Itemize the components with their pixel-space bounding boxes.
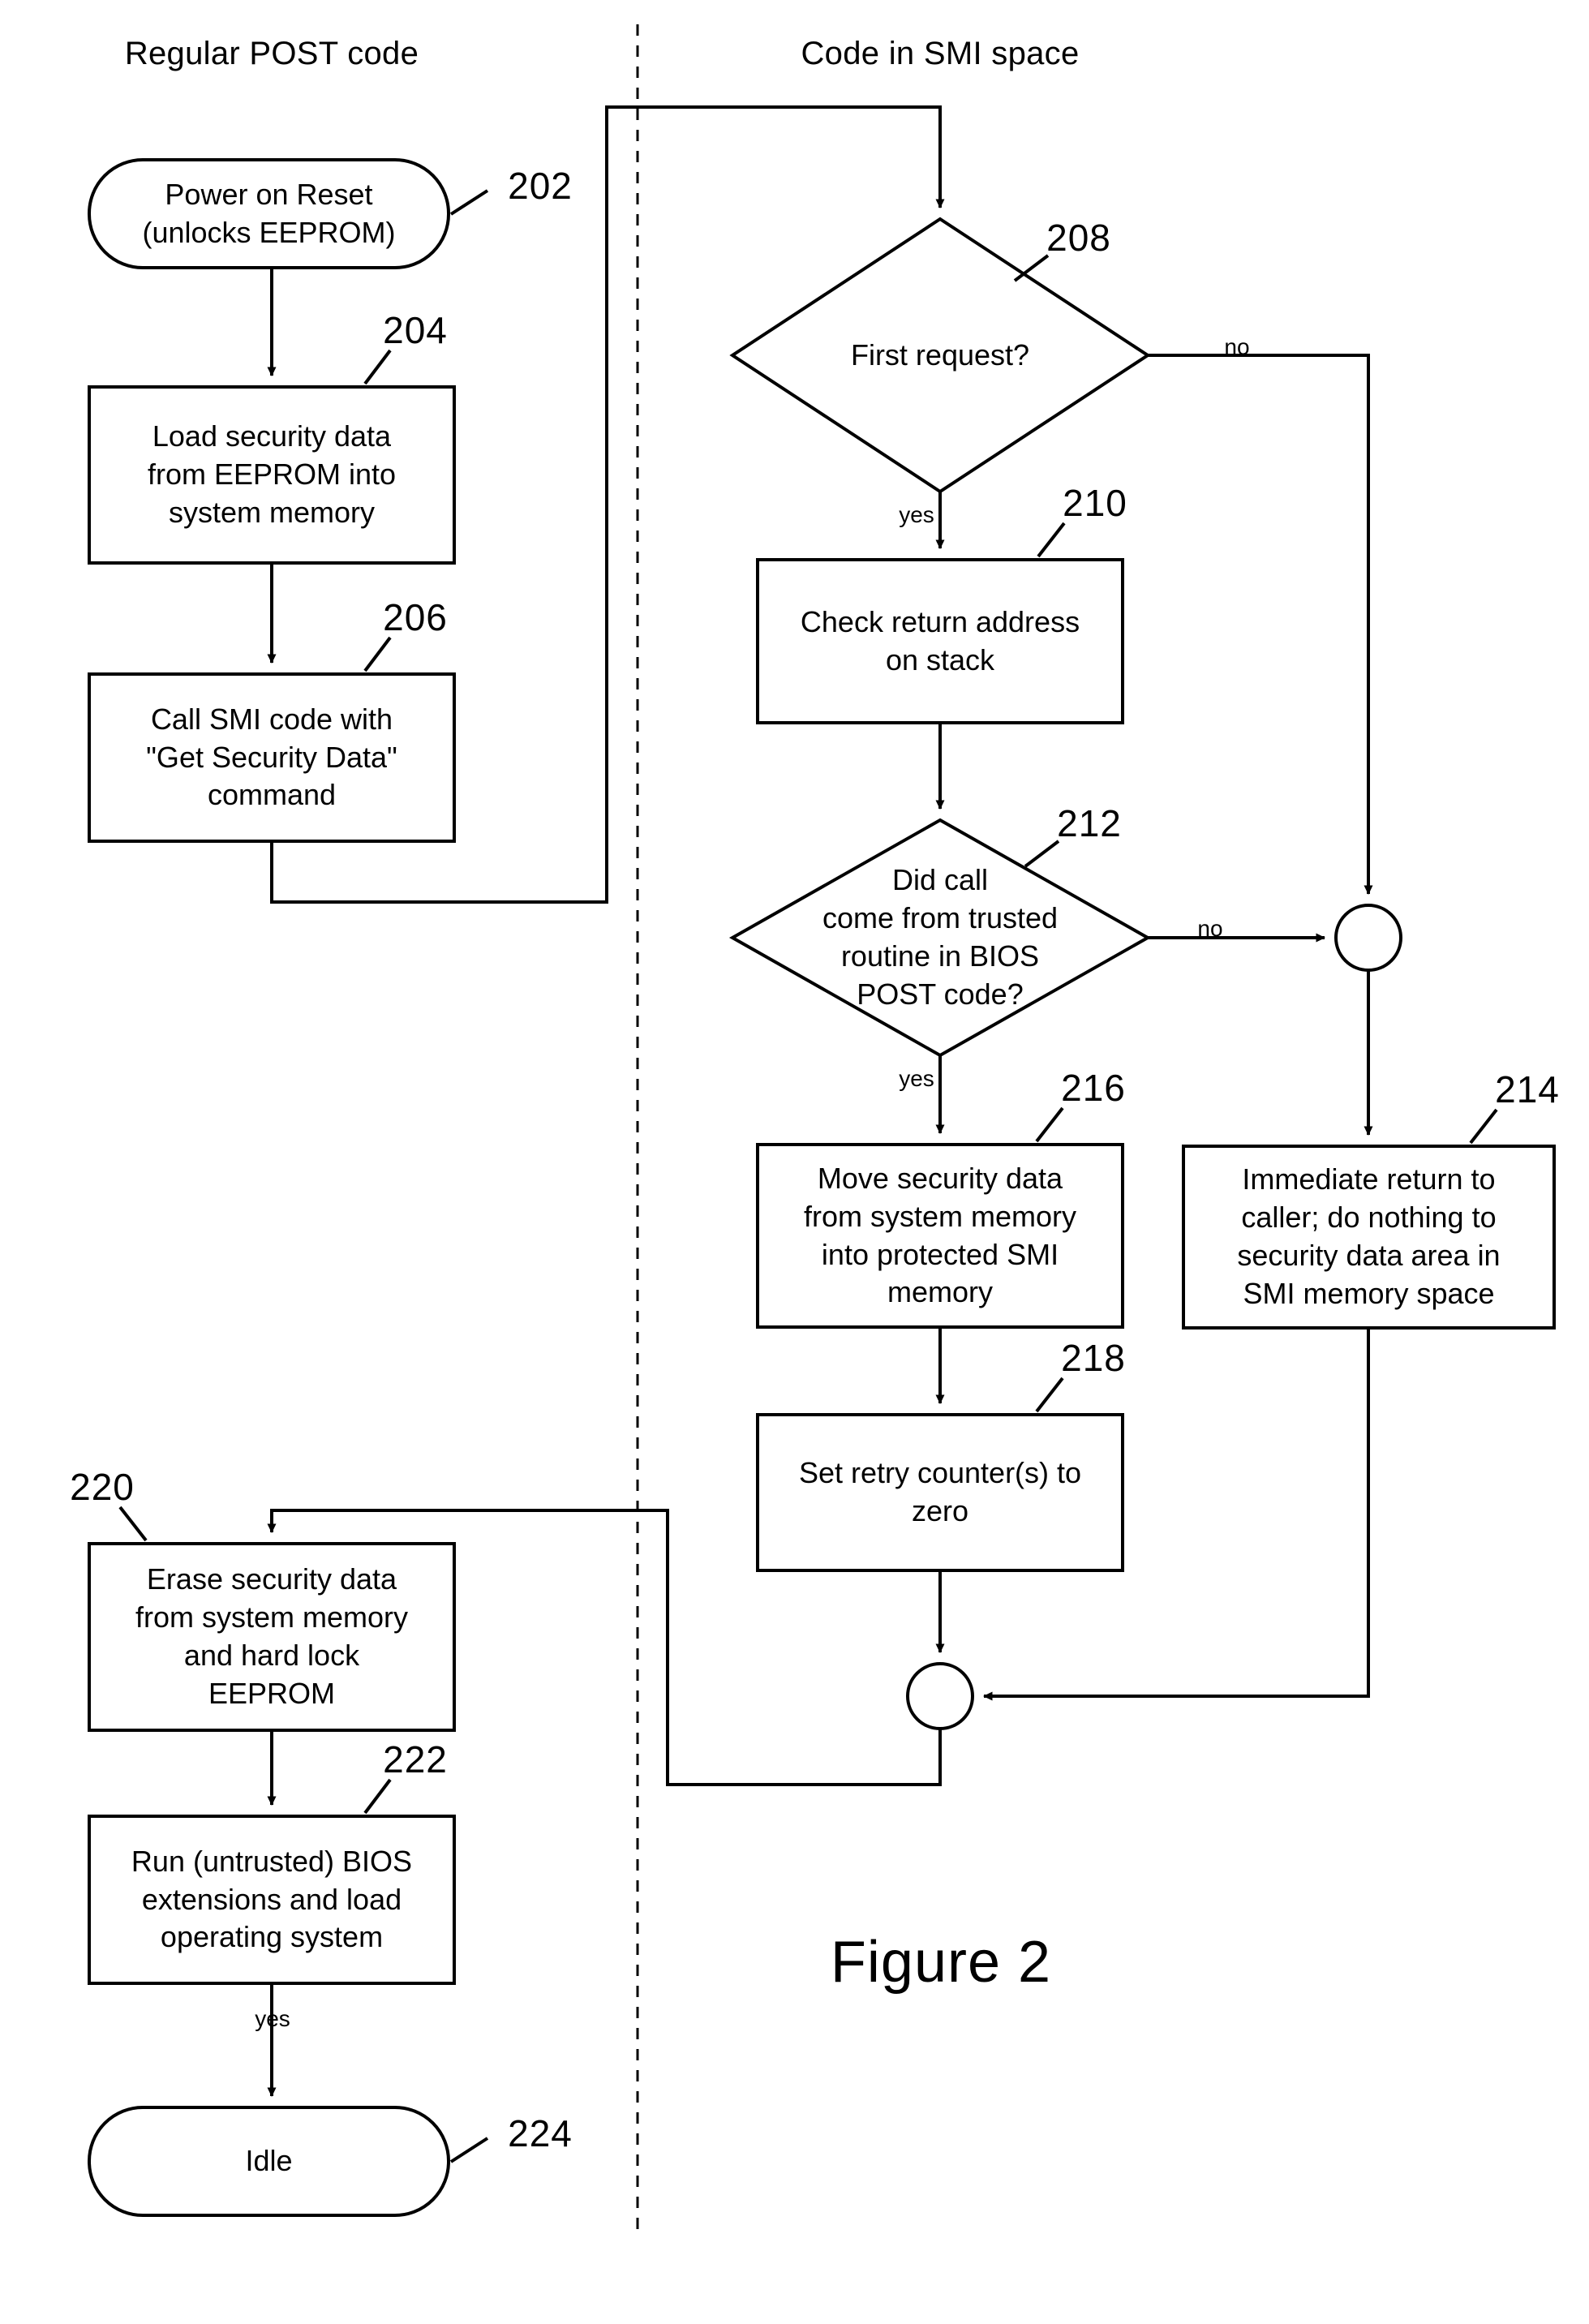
- figure-canvas: Regular POST code Code in SMI space Powe…: [0, 0, 1589, 2324]
- ref-number-210: 210: [1063, 482, 1127, 524]
- leader-206: [363, 636, 392, 672]
- node-204-label: Load security data from EEPROM into syst…: [147, 419, 397, 529]
- ref-number-202: 202: [508, 165, 573, 207]
- node-222-label: Run (untrusted) BIOS extensions and load…: [131, 1844, 413, 1954]
- edge-label-first-request-yes: yes: [899, 502, 934, 527]
- leader-220: [118, 1506, 148, 1542]
- ref-number-208: 208: [1046, 217, 1111, 259]
- ref-number-220: 220: [70, 1466, 135, 1508]
- junction-lower: [906, 1662, 974, 1730]
- node-212-label: Did call come from trusted routine in BI…: [822, 863, 1059, 1011]
- leader-218: [1035, 1377, 1064, 1413]
- leader-210: [1037, 522, 1066, 558]
- node-214-label: Immediate return to caller; do nothing t…: [1237, 1162, 1501, 1310]
- node-220-label: Erase security data from system memory a…: [135, 1562, 409, 1710]
- edge-label-first-request-no: no: [1224, 334, 1250, 359]
- node-210-label: Check return address on stack: [800, 604, 1080, 677]
- column-heading-right: Code in SMI space: [801, 36, 1080, 71]
- node-216-label: Move security data from system memory in…: [803, 1161, 1077, 1309]
- ref-number-212: 212: [1057, 802, 1122, 844]
- node-208-label: First request?: [850, 337, 1030, 372]
- node-206-label: Call SMI code with "Get Security Data" c…: [146, 702, 397, 812]
- ref-number-214: 214: [1495, 1068, 1560, 1110]
- edge-208-no: [1148, 354, 1373, 895]
- edge-label-trusted-no: no: [1197, 916, 1223, 941]
- edge-label-trusted-yes: yes: [899, 1066, 934, 1091]
- junction-upper-right: [1334, 904, 1402, 972]
- ref-number-206: 206: [383, 596, 448, 638]
- node-218-label: Set retry counter(s) to zero: [798, 1456, 1082, 1527]
- ref-number-222: 222: [383, 1738, 448, 1781]
- ref-number-218: 218: [1061, 1337, 1126, 1379]
- ref-number-216: 216: [1061, 1067, 1126, 1109]
- leader-216: [1035, 1106, 1064, 1143]
- leader-202: [449, 189, 489, 216]
- node-224-label: Idle: [245, 2144, 293, 2178]
- edge-label-to-idle-yes: yes: [255, 2006, 290, 2031]
- leader-214: [1469, 1108, 1498, 1145]
- leader-222: [363, 1778, 392, 1815]
- ref-number-204: 204: [383, 309, 448, 351]
- node-202-label: Power on Reset (unlocks EEPROM): [142, 177, 396, 249]
- ref-number-224: 224: [508, 2112, 573, 2154]
- leader-204: [363, 349, 392, 385]
- leader-224: [449, 2137, 489, 2163]
- figure-caption: Figure 2: [830, 1930, 1052, 1995]
- column-heading-left: Regular POST code: [124, 36, 419, 71]
